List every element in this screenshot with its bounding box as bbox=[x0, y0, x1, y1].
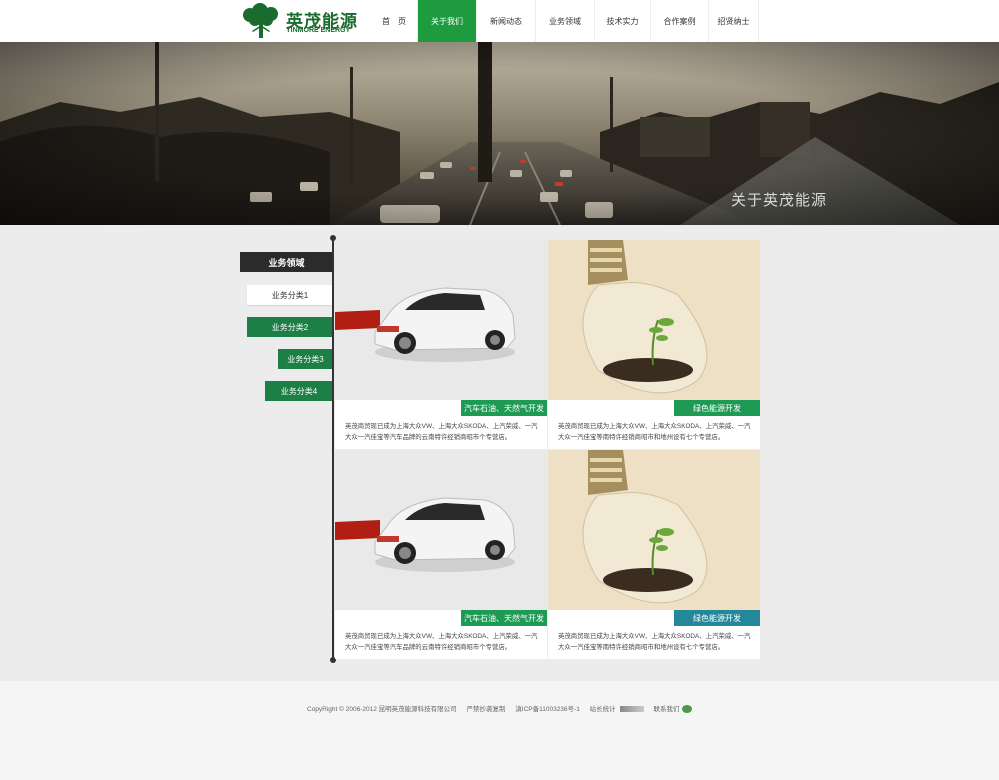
hero-banner: 关于英茂能源 bbox=[0, 42, 999, 225]
business-card[interactable]: 汽车石油、天然气开发 英茂商贸现已成为上海大众VW、上海大众SKODA、上汽荣威… bbox=[335, 450, 547, 659]
footer-info: CopyRight © 2006-2012 昆明英茂能源科技有限公司 严禁抄袭复… bbox=[307, 703, 693, 714]
main-nav: 首 页 关于我们 新闻动态 业务领域 技术实力 合作案例 招贤纳士 bbox=[371, 0, 759, 42]
brand-name-en: YINMORE ENERGY bbox=[286, 27, 351, 34]
nav-item-news[interactable]: 新闻动态 bbox=[477, 0, 536, 42]
banner-image bbox=[0, 42, 999, 225]
card-description: 英茂商贸现已成为上海大众VW、上海大众SKODA、上汽荣威、一汽大众一汽佳宝等汽… bbox=[345, 423, 538, 441]
card-tag: 汽车石油、天然气开发 bbox=[461, 610, 547, 626]
site-footer bbox=[0, 681, 999, 780]
lightbulb-image bbox=[548, 450, 760, 610]
timeline-line bbox=[332, 237, 334, 661]
card-tag: 汽车石油、天然气开发 bbox=[461, 400, 547, 416]
nav-item-business[interactable]: 业务领域 bbox=[536, 0, 595, 42]
card-description: 英茂商贸现已成为上海大众VW、上海大众SKODA、上汽荣威、一汽大众一汽佳宝等南… bbox=[558, 633, 751, 651]
banner-title: 关于英茂能源 bbox=[731, 192, 828, 209]
card-tag: 绿色能源开发 bbox=[674, 400, 760, 416]
footer-copyright: CopyRight © 2006-2012 昆明英茂能源科技有限公司 bbox=[307, 706, 457, 713]
site-header: 英茂能源 YINMORE ENERGY 首 页 关于我们 新闻动态 业务领域 技… bbox=[0, 0, 999, 42]
sidebar-item-category-3[interactable]: 业务分类3 bbox=[278, 349, 333, 369]
sidebar-item-category-2[interactable]: 业务分类2 bbox=[247, 317, 333, 337]
sidebar-item-category-1[interactable]: 业务分类1 bbox=[247, 285, 333, 305]
card-tag: 绿色能源开发 bbox=[674, 610, 760, 626]
tree-logo-icon bbox=[243, 3, 278, 38]
business-card[interactable]: 绿色能源开发 英茂商贸现已成为上海大众VW、上海大众SKODA、上汽荣威、一汽大… bbox=[548, 450, 760, 659]
nav-item-home[interactable]: 首 页 bbox=[371, 0, 418, 42]
footer-contact-link[interactable]: 联系我们 bbox=[653, 706, 679, 713]
nav-item-about[interactable]: 关于我们 bbox=[418, 0, 477, 42]
nav-item-technology[interactable]: 技术实力 bbox=[595, 0, 651, 42]
stats-badge-icon[interactable] bbox=[619, 706, 644, 713]
business-card[interactable]: 绿色能源开发 英茂商贸现已成为上海大众VW、上海大众SKODA、上汽荣威、一汽大… bbox=[548, 240, 760, 449]
nav-item-cases[interactable]: 合作案例 bbox=[651, 0, 709, 42]
sidebar-item-category-4[interactable]: 业务分类4 bbox=[265, 381, 333, 401]
footer-rights: 严禁抄袭复制 bbox=[466, 706, 506, 713]
car-image bbox=[335, 450, 547, 610]
sidebar-title: 业务领域 bbox=[240, 252, 333, 272]
lightbulb-image bbox=[548, 240, 760, 400]
card-description: 英茂商贸现已成为上海大众VW、上海大众SKODA、上汽荣威、一汽大众一汽佳宝等南… bbox=[558, 423, 751, 441]
chat-bubble-icon[interactable] bbox=[682, 705, 693, 714]
footer-stats-label[interactable]: 站长统计 bbox=[590, 706, 616, 713]
footer-icp[interactable]: 滇ICP备11003236号-1 bbox=[515, 706, 580, 713]
logo[interactable]: 英茂能源 YINMORE ENERGY bbox=[240, 3, 357, 39]
card-description: 英茂商贸现已成为上海大众VW、上海大众SKODA、上汽荣威、一汽大众一汽佳宝等汽… bbox=[345, 633, 538, 651]
business-card[interactable]: 汽车石油、天然气开发 英茂商贸现已成为上海大众VW、上海大众SKODA、上汽荣威… bbox=[335, 240, 547, 449]
nav-item-careers[interactable]: 招贤纳士 bbox=[709, 0, 759, 42]
car-image bbox=[335, 240, 547, 400]
